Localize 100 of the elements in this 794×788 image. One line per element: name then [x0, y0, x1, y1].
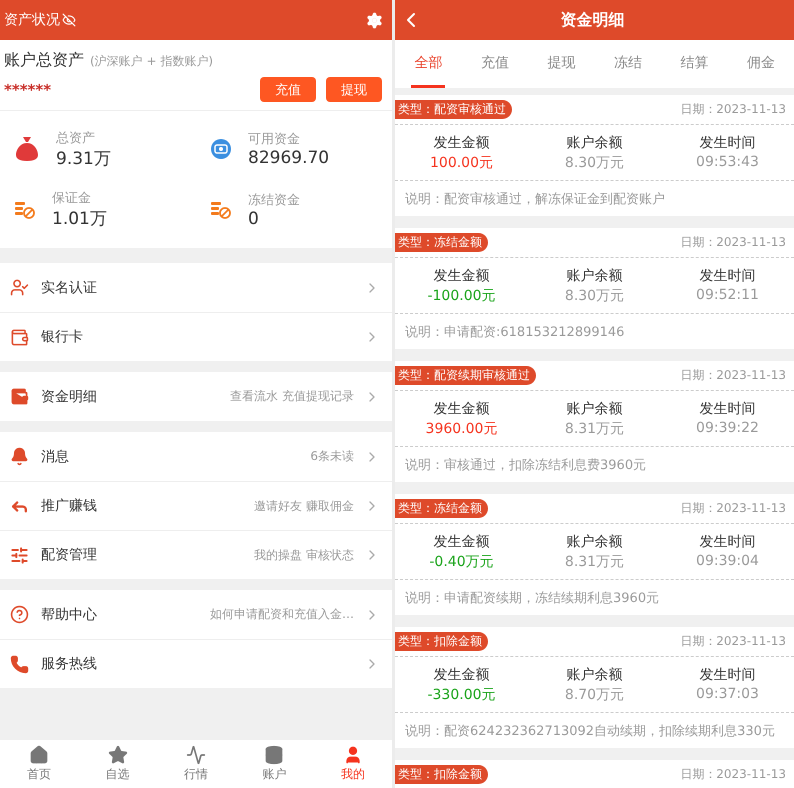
record-date: 日期：2023-11-13 — [680, 633, 786, 650]
menu-label: 银行卡 — [41, 328, 84, 346]
amount-value: 3960.00元 — [426, 420, 498, 438]
home-icon — [29, 745, 50, 765]
column-label: 发生时间 — [700, 266, 756, 284]
assets-subtitle: (沪深账户 + 指数账户) — [90, 54, 214, 68]
menu-hint: 6条未读 — [310, 448, 354, 465]
amount-value: 100.00元 — [430, 154, 493, 172]
menu-label: 推广赚钱 — [41, 497, 98, 515]
column-label: 发生时间 — [700, 400, 756, 418]
stat-value: 1.01万 — [52, 208, 107, 230]
balance-value: 8.31万元 — [564, 420, 624, 438]
menu-hint: 邀请好友 赚取佣金 — [254, 498, 354, 514]
star-icon — [108, 745, 128, 765]
sliders-icon — [10, 546, 29, 564]
stat-value: 82969.70 — [248, 148, 330, 168]
database-icon — [264, 745, 284, 765]
tab-bar-item[interactable]: 账户 — [235, 740, 314, 788]
record-date: 日期：2023-11-13 — [680, 367, 786, 384]
wallet-icon — [10, 387, 29, 406]
filter-tab[interactable]: 冻结 — [610, 40, 645, 88]
column-label: 发生金额 — [434, 532, 490, 550]
menu-label: 帮助中心 — [41, 606, 98, 624]
column-label: 发生金额 — [434, 266, 490, 284]
type-badge: 类型：冻结金额 — [395, 499, 488, 518]
column-label: 账户余额 — [566, 400, 622, 418]
coins-blocked-icon — [210, 200, 232, 220]
menu-item[interactable]: 实名认证 — [0, 263, 392, 312]
pulse-icon — [186, 745, 206, 765]
stat-value: 0 — [248, 208, 260, 229]
stat-value: 9.31万 — [56, 148, 111, 170]
help-icon — [10, 605, 29, 624]
menu-item[interactable]: 帮助中心 如何申请配资和充值入金… — [0, 590, 392, 639]
menu-item[interactable]: 配资管理 我的操盘 审核状态 — [0, 530, 392, 579]
menu-label: 资金明细 — [41, 388, 98, 406]
menu-hint: 我的操盘 审核状态 — [254, 546, 354, 564]
record-note: 说明：配资624232362713092自动续期，扣除续期利息330元 — [404, 722, 776, 740]
filter-tab[interactable]: 结算 — [677, 40, 712, 88]
assets-title: 账户总资产 — [4, 50, 84, 69]
record-note: 说明：配资审核通过，解冻保证金到配资账户 — [404, 190, 666, 208]
type-badge: 类型：配资续期审核通过 — [395, 366, 536, 385]
tab-bar-item[interactable]: 自选 — [78, 740, 157, 788]
header-title: 资产状况 — [4, 11, 60, 29]
hidden-eye-icon[interactable] — [62, 13, 76, 27]
menu-item[interactable]: 消息 6条未读 — [0, 432, 392, 481]
balance-value: 8.30万元 — [564, 154, 624, 172]
tab-bar-item[interactable]: 首页 — [0, 740, 78, 788]
menu-label: 消息 — [41, 448, 70, 466]
menu-hint: 如何申请配资和充值入金… — [210, 606, 354, 623]
amount-value: -100.00元 — [427, 286, 496, 304]
time-value: 09:39:22 — [696, 420, 759, 438]
record-date: 日期：2023-11-13 — [680, 234, 786, 251]
recharge-button[interactable]: 充值 — [260, 77, 316, 102]
record-date: 日期：2023-11-13 — [680, 766, 786, 783]
header-title: 资金明细 — [560, 10, 626, 30]
wallet-icon — [10, 328, 29, 346]
person-check-icon — [10, 278, 29, 297]
record-date: 日期：2023-11-13 — [680, 101, 786, 118]
time-value: 09:52:11 — [696, 286, 759, 304]
menu-item[interactable]: 服务热线 — [0, 639, 392, 688]
bell-icon — [10, 447, 29, 466]
record-note: 说明：审核通过，扣除冻结利息费3960元 — [404, 456, 648, 474]
menu-label: 实名认证 — [41, 278, 98, 296]
menu-item[interactable]: 资金明细 查看流水 充值提现记录 — [0, 372, 392, 421]
column-label: 发生时间 — [700, 666, 756, 684]
coin-icon — [210, 138, 232, 160]
filter-tab[interactable]: 提现 — [544, 40, 578, 88]
tab-bar-item[interactable]: 行情 — [156, 740, 236, 788]
settings-icon[interactable] — [365, 10, 384, 30]
column-label: 账户余额 — [566, 134, 622, 152]
column-label: 发生金额 — [434, 134, 490, 152]
time-value: 09:39:04 — [696, 552, 759, 570]
record-note: 说明：申请配资:618153212899146 — [404, 324, 626, 342]
column-label: 发生时间 — [700, 532, 756, 550]
withdraw-button[interactable]: 提现 — [326, 77, 382, 102]
phone-icon — [10, 654, 29, 674]
amount-value: -330.00元 — [427, 686, 496, 704]
menu-label: 配资管理 — [41, 546, 98, 564]
record-date: 日期：2023-11-13 — [680, 500, 786, 517]
column-label: 账户余额 — [566, 666, 622, 684]
filter-tab[interactable]: 全部 — [411, 40, 446, 88]
type-badge: 类型：扣除金额 — [395, 632, 488, 651]
masked-total: ****** — [4, 80, 52, 98]
tab-bar-item[interactable]: 我的 — [314, 740, 392, 788]
column-label: 发生金额 — [434, 400, 490, 418]
column-label: 账户余额 — [566, 266, 622, 284]
filter-tab[interactable]: 充值 — [478, 40, 512, 88]
type-badge: 类型：配资审核通过 — [395, 100, 512, 119]
stat-label: 冻结资金 — [248, 192, 300, 209]
type-badge: 类型：冻结金额 — [395, 233, 488, 252]
filter-tab[interactable]: 佣金 — [744, 40, 778, 88]
column-label: 发生时间 — [700, 134, 756, 152]
menu-item[interactable]: 推广赚钱 邀请好友 赚取佣金 — [0, 481, 392, 530]
stat-label: 保证金 — [52, 190, 92, 208]
column-label: 账户余额 — [566, 532, 622, 550]
time-value: 09:37:03 — [696, 686, 759, 704]
money-bag-icon — [14, 135, 40, 164]
menu-hint: 查看流水 充值提现记录 — [230, 388, 354, 405]
record-note: 说明：申请配资续期，冻结续期利息3960元 — [404, 590, 660, 608]
menu-item[interactable]: 银行卡 — [0, 312, 392, 361]
